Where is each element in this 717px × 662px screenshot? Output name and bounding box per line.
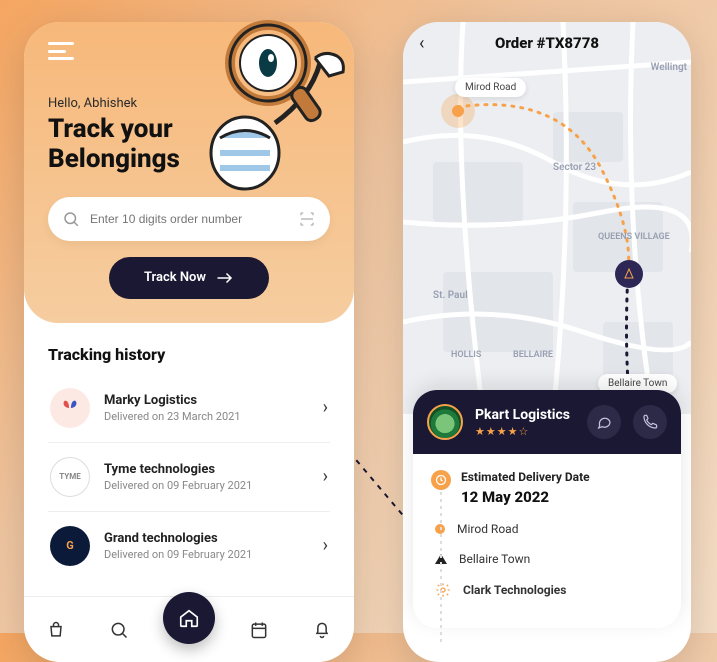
map-place-label: HOLLIS bbox=[451, 350, 481, 360]
route-start-pin bbox=[441, 94, 475, 128]
map-place-label: BELLAIRE bbox=[513, 350, 553, 360]
stop-label: Mirod Road bbox=[457, 522, 518, 536]
history-text: Tyme technologies Delivered on 09 Februa… bbox=[104, 462, 309, 492]
carrier-name: Tyme technologies bbox=[104, 462, 309, 477]
nav-bag-icon[interactable] bbox=[36, 610, 76, 650]
bottom-nav bbox=[24, 596, 354, 662]
nav-bell-icon[interactable] bbox=[302, 610, 342, 650]
track-now-button[interactable]: Track Now bbox=[109, 257, 269, 299]
route-current-pin bbox=[615, 260, 643, 288]
map-place-label: St. Paul bbox=[433, 290, 468, 301]
timeline-line bbox=[440, 492, 442, 642]
delivery-date: Delivered on 23 March 2021 bbox=[104, 410, 309, 423]
chevron-right-icon: › bbox=[323, 466, 328, 487]
delivery-date: Delivered on 09 February 2021 bbox=[104, 479, 309, 492]
history-item[interactable]: G Grand technologies Delivered on 09 Feb… bbox=[48, 512, 330, 580]
order-title: Order #TX8778 bbox=[495, 34, 599, 52]
tracking-history: Tracking history Marky Logistics Deliver… bbox=[24, 323, 354, 580]
map-place-label: Sector 23 bbox=[553, 162, 596, 173]
carrier-avatar bbox=[50, 388, 90, 428]
avatar-text: TYME bbox=[59, 472, 80, 481]
order-search[interactable] bbox=[48, 197, 330, 241]
menu-icon[interactable] bbox=[48, 42, 74, 60]
search-icon bbox=[62, 210, 80, 228]
chevron-right-icon: › bbox=[323, 535, 328, 556]
carrier-avatar: G bbox=[50, 526, 90, 566]
home-screen: Hello, Abhishek Track your Belongings Tr… bbox=[24, 22, 354, 662]
back-icon[interactable]: ‹ bbox=[419, 33, 424, 54]
history-title: Tracking history bbox=[48, 345, 330, 364]
carrier-name: Marky Logistics bbox=[104, 393, 309, 408]
carrier-avatar: TYME bbox=[50, 457, 90, 497]
hero: Hello, Abhishek Track your Belongings Tr… bbox=[24, 22, 354, 323]
history-text: Grand technologies Delivered on 09 Febru… bbox=[104, 531, 309, 561]
map-header: ‹ Order #TX8778 bbox=[403, 34, 691, 52]
card-body: Estimated Delivery Date 12 May 2022 Miro… bbox=[413, 454, 681, 628]
card-header: Pkart Logistics ★★★★☆ bbox=[413, 390, 681, 454]
order-number-input[interactable] bbox=[90, 212, 288, 226]
avatar-text: G bbox=[66, 539, 74, 552]
map-place-label: Wellingt bbox=[651, 62, 687, 73]
chevron-right-icon: › bbox=[323, 397, 328, 418]
chat-button[interactable] bbox=[587, 405, 621, 439]
carrier-logo bbox=[427, 404, 463, 440]
history-item[interactable]: TYME Tyme technologies Delivered on 09 F… bbox=[48, 443, 330, 512]
stop-label: Bellaire Town bbox=[459, 552, 530, 566]
map-place-label: QUEENS VILLAGE bbox=[598, 232, 670, 242]
order-detail-screen: ‹ Order #TX8778 Mirod Road Bellaire Town… bbox=[403, 22, 691, 662]
carrier-name: Grand technologies bbox=[104, 531, 309, 546]
nav-home-icon[interactable] bbox=[163, 592, 215, 644]
route-stop: Mirod Road bbox=[435, 522, 663, 536]
map[interactable]: ‹ Order #TX8778 Mirod Road Bellaire Town… bbox=[403, 22, 691, 414]
route-stop: Clark Technologies bbox=[435, 582, 663, 598]
stop-label: Clark Technologies bbox=[463, 583, 566, 597]
edd-label: Estimated Delivery Date bbox=[461, 470, 663, 484]
scan-icon[interactable] bbox=[298, 210, 316, 228]
arrow-right-icon bbox=[216, 272, 234, 284]
nav-calendar-icon[interactable] bbox=[239, 610, 279, 650]
route-stop: Bellaire Town bbox=[435, 552, 663, 566]
nav-search-icon[interactable] bbox=[99, 610, 139, 650]
carrier-name: Pkart Logistics bbox=[475, 407, 575, 423]
history-item[interactable]: Marky Logistics Delivered on 23 March 20… bbox=[48, 374, 330, 443]
delivery-date: Delivered on 09 February 2021 bbox=[104, 548, 309, 561]
track-now-label: Track Now bbox=[144, 270, 206, 285]
edd-date: 12 May 2022 bbox=[461, 488, 663, 506]
rating-stars: ★★★★☆ bbox=[475, 425, 575, 438]
history-text: Marky Logistics Delivered on 23 March 20… bbox=[104, 393, 309, 423]
clock-icon bbox=[431, 470, 451, 490]
call-button[interactable] bbox=[633, 405, 667, 439]
title-line-2: Belongings bbox=[48, 144, 180, 174]
map-start-label: Mirod Road bbox=[455, 78, 526, 97]
title-line-1: Track your bbox=[48, 114, 173, 144]
gear-icon bbox=[435, 582, 451, 598]
shipment-card: Pkart Logistics ★★★★☆ Estimated Delivery bbox=[413, 390, 681, 628]
page-title: Track your Belongings bbox=[48, 115, 330, 175]
greeting: Hello, Abhishek bbox=[48, 96, 330, 111]
